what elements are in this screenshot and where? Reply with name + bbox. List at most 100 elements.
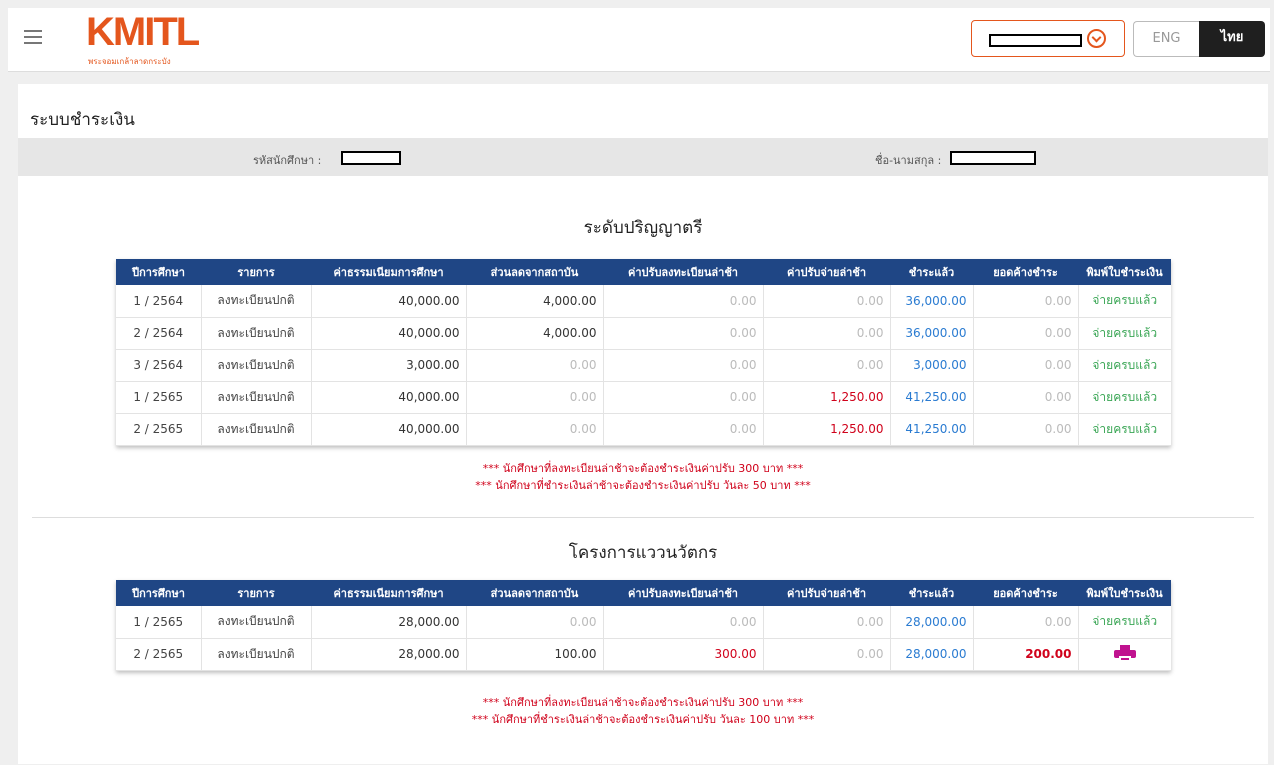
column-header: ยอดค้างชำระ: [973, 580, 1078, 606]
cell-term: 2 / 2565: [116, 413, 202, 446]
column-header: ส่วนลดจากสถาบัน: [466, 580, 603, 606]
table-row: 1 / 2565 ลงทะเบียนปกติ 40,000.00 0.00 0.00 1,…: [116, 381, 1171, 414]
student-name-label: ชื่อ-นามสกุล :: [875, 154, 942, 167]
column-header: ค่าปรับลงทะเบียนล่าช้า: [603, 259, 763, 285]
cell-late-pay-fine: 0.00: [763, 606, 891, 639]
cell-paid: 41,250.00: [890, 413, 974, 446]
redacted-username: [989, 34, 1082, 47]
column-header: ค่าปรับลงทะเบียนล่าช้า: [603, 580, 763, 606]
cell-late-reg-fine: 0.00: [603, 381, 764, 414]
cell-late-reg-fine: 0.00: [603, 349, 764, 382]
cell-status: จ่ายครบแล้ว: [1078, 606, 1171, 639]
note-line: *** นักศึกษาที่ลงทะเบียนล่าช้าจะต้องชำระ…: [482, 696, 804, 709]
menu-icon[interactable]: [24, 30, 42, 44]
cell-item: ลงทะเบียนปกติ: [201, 349, 312, 382]
cell-term: 2 / 2565: [116, 638, 202, 671]
section-title-bachelor: ระดับปริญญาตรี: [583, 218, 703, 238]
cell-tuition: 3,000.00: [311, 349, 467, 382]
student-id-label: รหัสนักศึกษา :: [253, 154, 322, 167]
cell-late-reg-fine: 0.00: [603, 317, 764, 350]
cell-paid: 36,000.00: [890, 317, 974, 350]
cell-outstanding: 0.00: [973, 317, 1079, 350]
redacted-student-id: [341, 151, 401, 165]
column-header: ชำระแล้ว: [890, 259, 973, 285]
cell-outstanding: 0.00: [973, 285, 1079, 318]
cell-late-reg-fine: 0.00: [603, 285, 764, 318]
cell-late-pay-fine: 0.00: [763, 317, 891, 350]
cell-item: ลงทะเบียนปกติ: [201, 638, 312, 671]
cell-status: จ่ายครบแล้ว: [1078, 317, 1171, 350]
table-row: 1 / 2565 ลงทะเบียนปกติ 28,000.00 0.00 0.00 0.…: [116, 606, 1171, 639]
cell-discount: 0.00: [466, 606, 604, 639]
cell-outstanding: 0.00: [973, 606, 1079, 639]
column-header: ยอดค้างชำระ: [973, 259, 1078, 285]
kmitl-logo[interactable]: KMITL พระจอมเกล้าลาดกระบัง: [86, 10, 216, 68]
cell-item: ลงทะเบียนปกติ: [201, 381, 312, 414]
column-header: พิมพ์ใบชำระเงิน: [1078, 580, 1171, 606]
column-header: ปีการศึกษา: [116, 580, 201, 606]
table-row: 2 / 2564 ลงทะเบียนปกติ 40,000.00 4,000.00 0.…: [116, 317, 1171, 350]
cell-tuition: 40,000.00: [311, 381, 467, 414]
payment-card: ระบบชำระเงิน รหัสนักศึกษา : ชื่อ-นามสกุล…: [18, 84, 1268, 764]
cell-discount: 4,000.00: [466, 285, 604, 318]
cell-late-reg-fine: 300.00: [603, 638, 764, 671]
cell-late-pay-fine: 1,250.00: [763, 381, 891, 414]
user-dropdown[interactable]: [971, 20, 1125, 57]
cell-item: ลงทะเบียนปกติ: [201, 606, 312, 639]
cell-status: จ่ายครบแล้ว: [1078, 413, 1171, 446]
cell-late-pay-fine: 0.00: [763, 638, 891, 671]
column-header: รายการ: [201, 259, 311, 285]
lang-eng-button[interactable]: ENG: [1133, 21, 1199, 57]
cell-item: ลงทะเบียนปกติ: [201, 317, 312, 350]
cell-tuition: 28,000.00: [311, 638, 467, 671]
cell-item: ลงทะเบียนปกติ: [201, 413, 312, 446]
innovator-notes: *** นักศึกษาที่ลงทะเบียนล่าช้าจะต้องชำระ…: [18, 694, 1268, 728]
section-divider: [32, 517, 1254, 518]
cell-outstanding: 0.00: [973, 413, 1079, 446]
table-row: 2 / 2565 ลงทะเบียนปกติ 28,000.00 100.00 300.…: [116, 638, 1171, 671]
column-header: ค่าธรรมเนียมการศึกษา: [311, 259, 466, 285]
bachelor-fees-table: ปีการศึกษา รายการ ค่าธรรมเนียมการศึกษา ส่วน…: [116, 259, 1171, 446]
cell-status[interactable]: [1078, 638, 1171, 671]
student-info-bar: รหัสนักศึกษา : ชื่อ-นามสกุล :: [18, 138, 1268, 176]
cell-late-pay-fine: 0.00: [763, 349, 891, 382]
cell-late-pay-fine: 0.00: [763, 285, 891, 318]
cell-late-pay-fine: 1,250.00: [763, 413, 891, 446]
cell-status: จ่ายครบแล้ว: [1078, 349, 1171, 382]
note-line: *** นักศึกษาที่ลงทะเบียนล่าช้าจะต้องชำระ…: [482, 462, 804, 475]
table-row: 3 / 2564 ลงทะเบียนปกติ 3,000.00 0.00 0.00 0.0…: [116, 349, 1171, 382]
column-header: พิมพ์ใบชำระเงิน: [1078, 259, 1171, 285]
section-title-innovator: โครงการแววนวัตกร: [568, 543, 718, 563]
cell-term: 1 / 2565: [116, 606, 202, 639]
cell-discount: 100.00: [466, 638, 604, 671]
column-header: ส่วนลดจากสถาบัน: [466, 259, 603, 285]
cell-paid: 28,000.00: [890, 606, 974, 639]
cell-discount: 0.00: [466, 381, 604, 414]
cell-status: จ่ายครบแล้ว: [1078, 285, 1171, 318]
cell-outstanding: 0.00: [973, 381, 1079, 414]
lang-thai-button[interactable]: ไทย: [1199, 21, 1265, 57]
note-line: *** นักศึกษาที่ชำระเงินล่าช้าจะต้องชำระเ…: [475, 479, 811, 492]
cell-late-reg-fine: 0.00: [603, 413, 764, 446]
column-header: ค่าปรับจ่ายล่าช้า: [763, 259, 890, 285]
logo-subtitle: พระจอมเกล้าลาดกระบัง: [88, 57, 171, 66]
cell-paid: 3,000.00: [890, 349, 974, 382]
cell-term: 1 / 2565: [116, 381, 202, 414]
cell-tuition: 28,000.00: [311, 606, 467, 639]
column-header: ค่าปรับจ่ายล่าช้า: [763, 580, 890, 606]
column-header: ชำระแล้ว: [890, 580, 973, 606]
cell-status: จ่ายครบแล้ว: [1078, 381, 1171, 414]
innovator-fees-table: ปีการศึกษา รายการ ค่าธรรมเนียมการศึกษา ส่วน…: [116, 580, 1171, 671]
top-bar: KMITL พระจอมเกล้าลาดกระบัง ENG ไทย: [8, 8, 1270, 72]
cell-tuition: 40,000.00: [311, 317, 467, 350]
cell-item: ลงทะเบียนปกติ: [201, 285, 312, 318]
cell-term: 2 / 2564: [116, 317, 202, 350]
page-title: ระบบชำระเงิน: [30, 110, 135, 130]
column-header: ค่าธรรมเนียมการศึกษา: [311, 580, 466, 606]
logo-text: KMITL: [86, 10, 200, 54]
print-icon[interactable]: [1113, 645, 1136, 663]
column-header: รายการ: [201, 580, 311, 606]
cell-paid: 36,000.00: [890, 285, 974, 318]
cell-term: 3 / 2564: [116, 349, 202, 382]
table-header-row: ปีการศึกษา รายการ ค่าธรรมเนียมการศึกษา ส่วน…: [116, 580, 1171, 606]
